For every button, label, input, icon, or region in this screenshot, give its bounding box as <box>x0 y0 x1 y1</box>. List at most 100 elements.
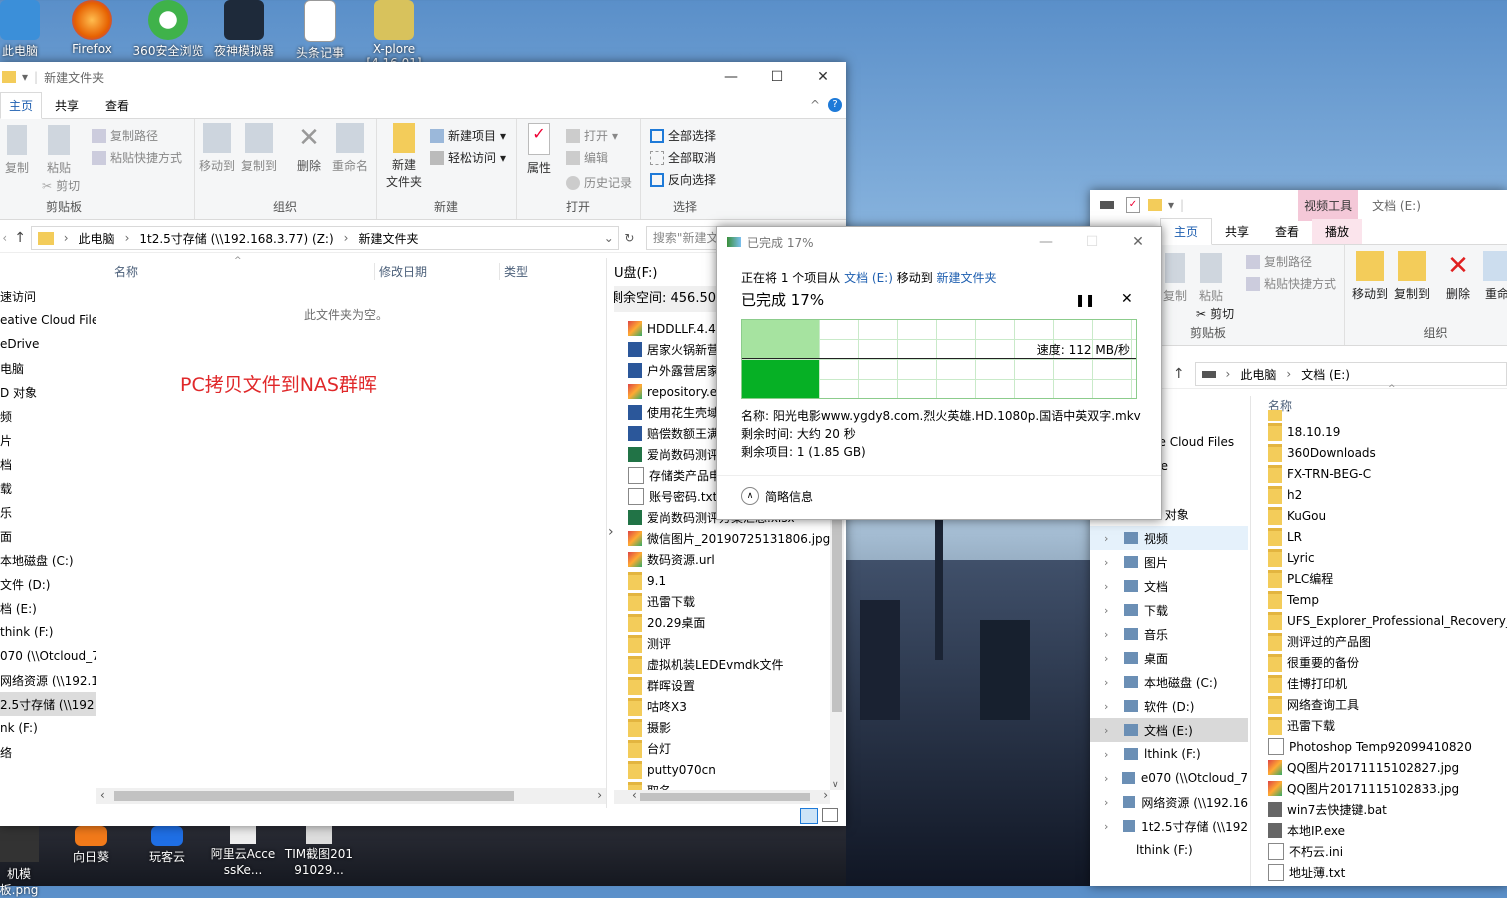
nav-item[interactable]: 网络资源 (\\192.16 <box>0 668 96 692</box>
chevron-right-icon[interactable]: › <box>1104 604 1118 617</box>
list-item[interactable]: h2 <box>1268 484 1507 505</box>
context-tab-label[interactable]: 视频工具 <box>1298 190 1359 221</box>
details-view-icon[interactable] <box>800 808 818 824</box>
nav-item[interactable]: 电脑 <box>0 356 96 380</box>
edit-button[interactable]: 编辑 <box>566 149 608 166</box>
chevron-right-icon[interactable]: › <box>1104 532 1118 545</box>
open-button[interactable]: 打开 ▾ <box>566 127 618 144</box>
list-item[interactable]: 360Downloads <box>1268 442 1507 463</box>
nav-item[interactable]: 文件 (D:) <box>0 572 96 596</box>
minimize-button[interactable]: — <box>708 62 754 92</box>
breadcrumb-drive[interactable]: 文档 (E:) <box>1301 366 1350 383</box>
desktop-icon-notes[interactable]: 头条记事本.txt <box>282 0 358 58</box>
nav-item[interactable]: 片 <box>0 428 96 452</box>
list-item[interactable]: FX-TRN-BEG-C <box>1268 463 1507 484</box>
nav-item[interactable]: › 1t2.5寸存储 (\\192 <box>1090 814 1248 838</box>
delete-button[interactable]: ✕ 删除 <box>292 123 326 174</box>
folder-icon[interactable] <box>1148 199 1162 211</box>
delete-button[interactable]: ✕ 删除 <box>1442 251 1474 302</box>
list-item[interactable]: 摄影 <box>628 717 844 738</box>
select-all-button[interactable]: 全部选择 <box>650 127 716 144</box>
nav-item[interactable]: 速访问 <box>0 284 96 308</box>
chevron-right-icon[interactable]: › <box>1104 652 1118 665</box>
properties-button[interactable]: ✓ 属性 <box>522 123 556 176</box>
breadcrumb-folder[interactable]: 新建文件夹 <box>358 230 418 247</box>
chevron-right-icon[interactable]: › <box>1104 820 1117 833</box>
tab-view[interactable]: 查看 <box>92 93 142 118</box>
new-folder-button[interactable]: 新建 文件夹 <box>382 123 426 191</box>
tab-play[interactable]: 播放 <box>1312 219 1363 244</box>
cancel-button[interactable]: ✕ <box>1121 291 1133 307</box>
list-item[interactable]: win7去快捷键.bat <box>1268 799 1507 820</box>
nav-item[interactable]: › 文档 <box>1090 574 1248 598</box>
nav-item[interactable]: 乐 <box>0 500 96 524</box>
tab-home[interactable]: 主页 <box>0 92 43 119</box>
up-arrow-icon[interactable]: ↑ <box>1173 366 1185 382</box>
list-item[interactable]: 测评 <box>628 633 844 654</box>
maximize-button[interactable]: ☐ <box>754 62 800 92</box>
nav-item[interactable]: › 桌面 <box>1090 646 1248 670</box>
list-item[interactable]: KuGou <box>1268 505 1507 526</box>
list-item[interactable]: PLC编程 <box>1268 568 1507 589</box>
breadcrumb-drive[interactable]: 1t2.5寸存储 (\\192.168.3.77) (Z:) <box>139 230 333 247</box>
destination-link[interactable]: 新建文件夹 <box>937 271 997 285</box>
list-item[interactable]: 佳博打印机 <box>1268 673 1507 694</box>
copy-to-button[interactable]: 复制到 <box>1392 251 1432 302</box>
nav-item[interactable]: think (F:) <box>0 620 96 644</box>
chevron-right-icon[interactable]: › <box>1104 724 1118 737</box>
rename-button[interactable]: 重命 <box>1482 251 1507 302</box>
desktop-icon-xplore[interactable]: X-plore [4.16.01] <box>356 0 432 62</box>
list-item[interactable]: 数码资源.url <box>628 549 844 570</box>
nav-item[interactable]: 档 (E:) <box>0 596 96 620</box>
list-item[interactable]: putty070cn <box>628 759 844 780</box>
less-details-button[interactable]: ∧ 简略信息 <box>741 487 813 505</box>
desktop-icon-wankeyun[interactable]: 玩客云 <box>132 826 202 865</box>
chevron-right-icon[interactable]: › <box>1104 700 1118 713</box>
select-none-button[interactable]: 全部取消 <box>650 149 716 166</box>
chevron-right-icon[interactable]: › <box>1104 676 1118 689</box>
list-item[interactable]: 咕咚X3 <box>628 696 844 717</box>
list-item[interactable]: 18.10.19 <box>1268 421 1507 442</box>
address-bar[interactable]: › 此电脑 › 文档 (E:) <box>1194 362 1507 386</box>
desktop-icon-nox[interactable]: 夜神模拟器 <box>206 0 282 59</box>
refresh-icon[interactable]: ↻ <box>619 231 640 245</box>
quick-access-dropdown-icon[interactable]: ▾ <box>22 70 28 84</box>
list-item[interactable]: 台灯 <box>628 738 844 759</box>
easy-access-button[interactable]: 轻松访问 ▾ <box>430 149 506 166</box>
horizontal-scrollbar[interactable]: ‹ › <box>96 788 606 804</box>
large-icons-view-icon[interactable] <box>822 808 838 822</box>
close-button[interactable]: ✕ <box>800 62 846 92</box>
nav-item[interactable]: 本地磁盘 (C:) <box>0 548 96 572</box>
list-item[interactable]: 地址薄.txt <box>1268 862 1507 883</box>
list-item[interactable]: 20.29桌面 <box>628 612 844 633</box>
copy-to-button[interactable]: 复制到 <box>240 123 278 174</box>
nav-item[interactable]: › 软件 (D:) <box>1090 694 1248 718</box>
chevron-right-icon[interactable]: › <box>1104 556 1118 569</box>
list-item[interactable]: UFS_Explorer_Professional_Recovery_ <box>1268 610 1507 631</box>
nav-item[interactable]: › 音乐 <box>1090 622 1248 646</box>
list-item[interactable]: Photoshop Temp92099410820 <box>1268 736 1507 757</box>
nav-item[interactable]: 070 (\\Otcloud_7 <box>0 644 96 668</box>
nav-item[interactable]: › 文档 (E:) <box>1090 718 1248 742</box>
desktop-icon-firefox[interactable]: Firefox <box>54 0 130 56</box>
list-item[interactable]: 迅雷下载 <box>1268 715 1507 736</box>
nav-item[interactable]: 面 <box>0 524 96 548</box>
chevron-down-icon[interactable]: ⌄ <box>604 231 618 245</box>
pause-button[interactable]: ❚❚ <box>1075 293 1095 307</box>
column-name[interactable]: 名称 <box>114 263 374 280</box>
collapse-ribbon-icon[interactable]: ^ <box>810 98 820 112</box>
nav-item[interactable]: lthink (F:) <box>1090 838 1248 862</box>
list-item[interactable]: 微信图片_20190725131806.jpg <box>628 528 844 549</box>
desktop-icon-360-browser[interactable]: 360安全浏览器 <box>130 0 206 58</box>
list-item[interactable]: ' <box>1268 410 1507 421</box>
paste-shortcut-button[interactable]: 粘贴快捷方式 <box>1246 275 1336 292</box>
copy-path-button[interactable]: 复制路径 <box>92 127 158 144</box>
nav-item[interactable]: eDrive <box>0 332 96 356</box>
list-item[interactable]: 虚拟机装LEDEvmdk文件 <box>628 654 844 675</box>
horizontal-scrollbar[interactable]: ‹ › <box>614 788 830 804</box>
tab-share[interactable]: 共享 <box>42 93 92 118</box>
scrollbar-thumb[interactable] <box>640 793 810 801</box>
invert-selection-button[interactable]: 反向选择 <box>650 171 716 188</box>
paste-shortcut-button[interactable]: 粘贴快捷方式 <box>92 149 182 166</box>
paste-button[interactable]: 粘贴 <box>42 125 76 176</box>
